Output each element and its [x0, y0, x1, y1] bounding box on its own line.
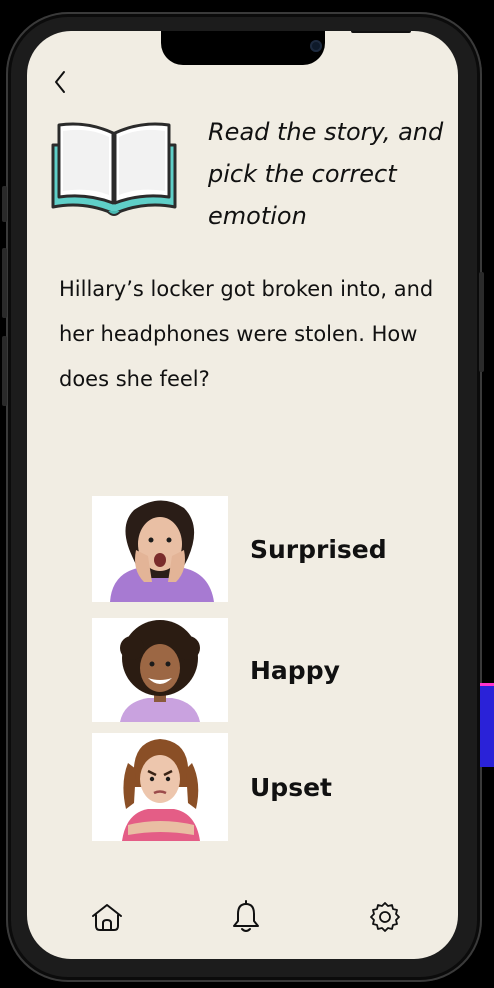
back-button[interactable]: [47, 69, 73, 95]
tab-notifications[interactable]: [228, 899, 264, 935]
app-screen: Read the story, and pick the correct emo…: [27, 31, 458, 959]
chevron-left-icon: [55, 71, 65, 93]
home-icon: [92, 904, 122, 931]
edge-artifact: [480, 683, 494, 767]
side-button-left-2: [2, 248, 7, 318]
option-label-happy: Happy: [250, 655, 340, 685]
option-label-surprised: Surprised: [250, 534, 387, 564]
instruction-text: Read the story, and pick the correct emo…: [208, 118, 444, 230]
story-text: Hillary’s locker got broken into, and he…: [59, 277, 434, 391]
gear-icon: [370, 902, 400, 932]
bell-icon: [233, 900, 259, 932]
tab-home[interactable]: [89, 899, 125, 935]
notch: [161, 31, 411, 65]
side-button-left-1: [2, 186, 7, 222]
option-label-upset: Upset: [250, 772, 332, 802]
front-camera: [310, 40, 322, 52]
side-button-left-3: [2, 336, 7, 406]
side-button-right: [479, 272, 484, 372]
edge-artifact-line: [480, 683, 494, 686]
bottom-tab-bar: [27, 889, 458, 959]
surprised-child-photo: [92, 496, 228, 602]
tab-settings[interactable]: [367, 899, 403, 935]
option-surprised[interactable]: Surprised: [92, 494, 412, 604]
happy-child-photo: [92, 618, 228, 722]
option-happy[interactable]: Happy: [92, 615, 412, 725]
upset-child-photo: [92, 733, 228, 841]
option-upset[interactable]: Upset: [92, 732, 412, 842]
open-book-icon: [51, 122, 177, 216]
speaker-grille: [351, 31, 411, 33]
